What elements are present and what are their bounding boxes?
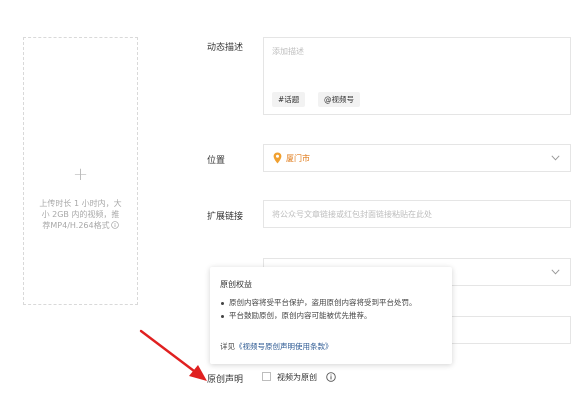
link-input[interactable]: 将公众号文章链接或红包封面链接粘贴在此处	[263, 200, 571, 228]
list-item: 平台鼓励原创，原创内容可能被优先推荐。	[220, 310, 444, 322]
plus-icon: +	[72, 164, 89, 185]
original-rights-popover: 原创权益 原创内容将受平台保护，盗用原创内容将受到平台处罚。 平台鼓励原创，原创…	[210, 267, 452, 364]
terms-link[interactable]: 《视频号原创声明使用条款》	[235, 342, 333, 351]
location-select[interactable]: 厦门市	[263, 144, 571, 172]
description-placeholder: 添加描述	[272, 47, 304, 56]
chevron-down-icon	[551, 269, 560, 275]
detail-prefix: 详见	[220, 342, 235, 351]
link-label: 扩展链接	[207, 212, 244, 222]
original-label: 原创声明	[207, 375, 244, 385]
mention-tag-button[interactable]: @视频号	[318, 92, 360, 107]
info-icon	[110, 221, 119, 229]
upload-hint: 上传时长 1 小时内，大 小 2GB 内的视频，推 荐MP4/H.264格式	[39, 199, 122, 230]
list-item: 原创内容将受平台保护，盗用原创内容将受到平台处罚。	[220, 297, 444, 309]
video-upload-area[interactable]: + 上传时长 1 小时内，大 小 2GB 内的视频，推 荐MP4/H.264格式	[23, 37, 138, 305]
location-pin-icon	[273, 152, 282, 164]
topic-tag-button[interactable]: #话题	[272, 92, 306, 107]
description-label: 动态描述	[207, 43, 244, 53]
location-value: 厦门市	[286, 154, 310, 163]
popover-footer: 详见《视频号原创声明使用条款》	[220, 341, 333, 352]
annotation-arrow-icon	[139, 329, 207, 381]
link-placeholder: 将公众号文章链接或红包封面链接粘贴在此处	[272, 210, 432, 219]
info-icon[interactable]	[326, 372, 336, 382]
location-label: 位置	[207, 156, 226, 166]
popover-list: 原创内容将受平台保护，盗用原创内容将受到平台处罚。 平台鼓励原创，原创内容可能被…	[220, 297, 444, 323]
original-checkbox-label[interactable]: 视频为原创	[277, 372, 317, 383]
popover-title: 原创权益	[220, 280, 252, 289]
original-checkbox[interactable]	[262, 372, 271, 381]
description-textarea[interactable]: 添加描述 #话题 @视频号	[263, 37, 571, 115]
chevron-down-icon	[551, 155, 560, 161]
